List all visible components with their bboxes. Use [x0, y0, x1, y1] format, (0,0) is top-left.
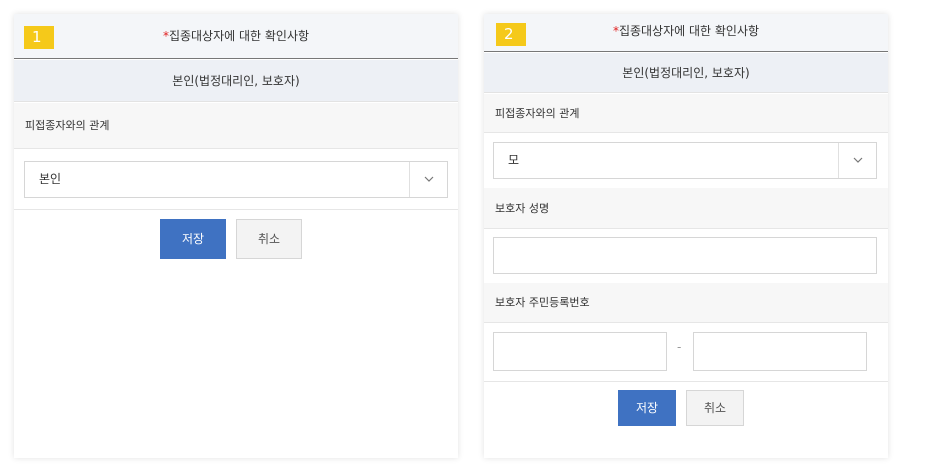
rrn-front-input[interactable] — [493, 332, 667, 371]
chevron-down-icon[interactable] — [409, 162, 447, 197]
guardian-rrn-label: 보호자 주민등록번호 — [484, 283, 888, 323]
step-badge: 1 — [24, 26, 54, 49]
guardian-name-label: 보호자 성명 — [484, 188, 888, 229]
relation-select[interactable]: 모 — [493, 142, 877, 179]
relation-select[interactable]: 본인 — [24, 161, 448, 198]
rrn-separator: - — [677, 340, 682, 354]
rrn-back-input[interactable] — [693, 332, 867, 371]
panel-title: 집종대상자에 대한 확인사항 — [168, 29, 310, 43]
panel-header: *집종대상자에 대한 확인사항 — [14, 14, 458, 59]
panel-title: 집종대상자에 대한 확인사항 — [618, 24, 760, 38]
guardian-name-input[interactable] — [493, 237, 877, 274]
divider — [484, 381, 888, 382]
screenshot-stage: *집종대상자에 대한 확인사항 1 본인(법정대리인, 보호자) 피접종자와의 … — [0, 0, 936, 472]
save-button[interactable]: 저장 — [160, 219, 226, 259]
panel-header: *집종대상자에 대한 확인사항 — [484, 14, 888, 52]
panel-subheader: 본인(법정대리인, 보호자) — [484, 53, 888, 93]
divider — [14, 209, 458, 210]
relation-select-value: 모 — [508, 153, 520, 167]
cancel-button[interactable]: 취소 — [686, 390, 744, 426]
relation-label: 피접종자와의 관계 — [14, 103, 458, 149]
cancel-button[interactable]: 취소 — [236, 219, 302, 259]
relation-select-value: 본인 — [39, 172, 62, 186]
panel-subheader: 본인(법정대리인, 보호자) — [14, 60, 458, 102]
confirmation-panel-1: *집종대상자에 대한 확인사항 1 본인(법정대리인, 보호자) 피접종자와의 … — [14, 14, 458, 458]
confirmation-panel-2: *집종대상자에 대한 확인사항 2 본인(법정대리인, 보호자) 피접종자와의 … — [484, 14, 888, 458]
step-badge: 2 — [496, 23, 526, 46]
save-button[interactable]: 저장 — [618, 390, 676, 426]
relation-label: 피접종자와의 관계 — [484, 94, 888, 133]
chevron-down-icon[interactable] — [838, 143, 876, 178]
